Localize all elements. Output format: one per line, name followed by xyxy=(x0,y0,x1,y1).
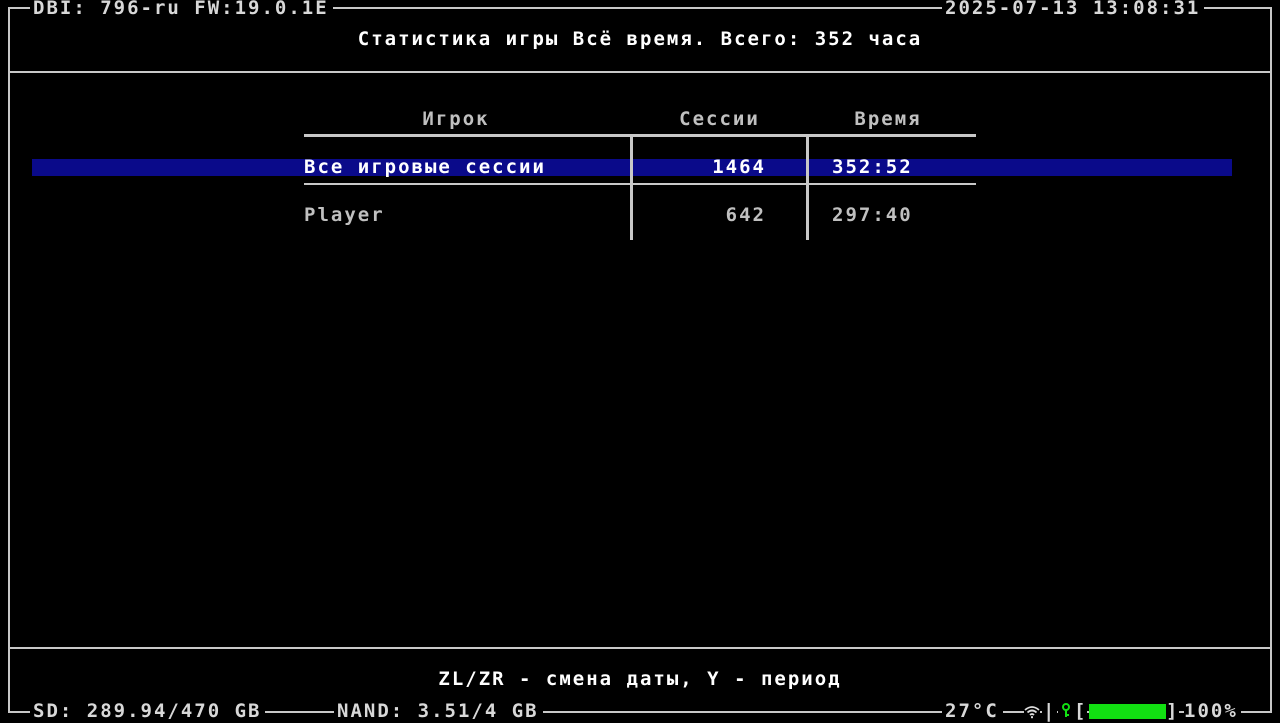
cell-sessions: 642 xyxy=(725,204,766,226)
battery-percent: 100% xyxy=(1184,701,1241,721)
key-icon xyxy=(1058,702,1074,718)
frame-right-border xyxy=(1270,7,1272,713)
row-separator xyxy=(304,183,976,185)
sd-storage-label: SD: 289.94/470 GB xyxy=(30,701,266,721)
battery-bracket-right: ] xyxy=(1166,700,1180,722)
clock-datetime: 2025-07-13 13:08:31 xyxy=(942,0,1205,18)
wifi-icon xyxy=(1024,704,1040,719)
cell-player: Все игровые сессии xyxy=(304,156,546,178)
temperature-label: 27°C xyxy=(942,701,1003,721)
column-divider xyxy=(630,134,633,240)
frame-left-border xyxy=(8,7,10,713)
page-title: Статистика игры Всё время. Всего: 352 ча… xyxy=(357,28,923,50)
cell-time: 352:52 xyxy=(832,156,913,178)
battery-level-bar xyxy=(1089,704,1167,719)
controls-hint: ZL/ZR - смена даты, Y - период xyxy=(438,668,842,690)
status-divider: | xyxy=(1042,700,1058,722)
nand-storage-label: NAND: 3.51/4 GB xyxy=(334,701,543,721)
cell-time: 297:40 xyxy=(832,204,913,226)
header-underline xyxy=(304,134,976,137)
footer-separator xyxy=(8,647,1272,649)
app-firmware-label: DBI: 796-ru FW:19.0.1E xyxy=(30,0,333,18)
column-header-player: Игрок xyxy=(422,108,490,130)
header-separator xyxy=(8,71,1272,73)
column-header-sessions: Сессии xyxy=(679,108,760,130)
cell-player: Player xyxy=(304,204,385,226)
column-header-time: Время xyxy=(854,108,922,130)
battery-bracket-left: [ xyxy=(1074,700,1088,722)
column-divider xyxy=(806,134,809,240)
cell-sessions: 1464 xyxy=(712,156,766,178)
